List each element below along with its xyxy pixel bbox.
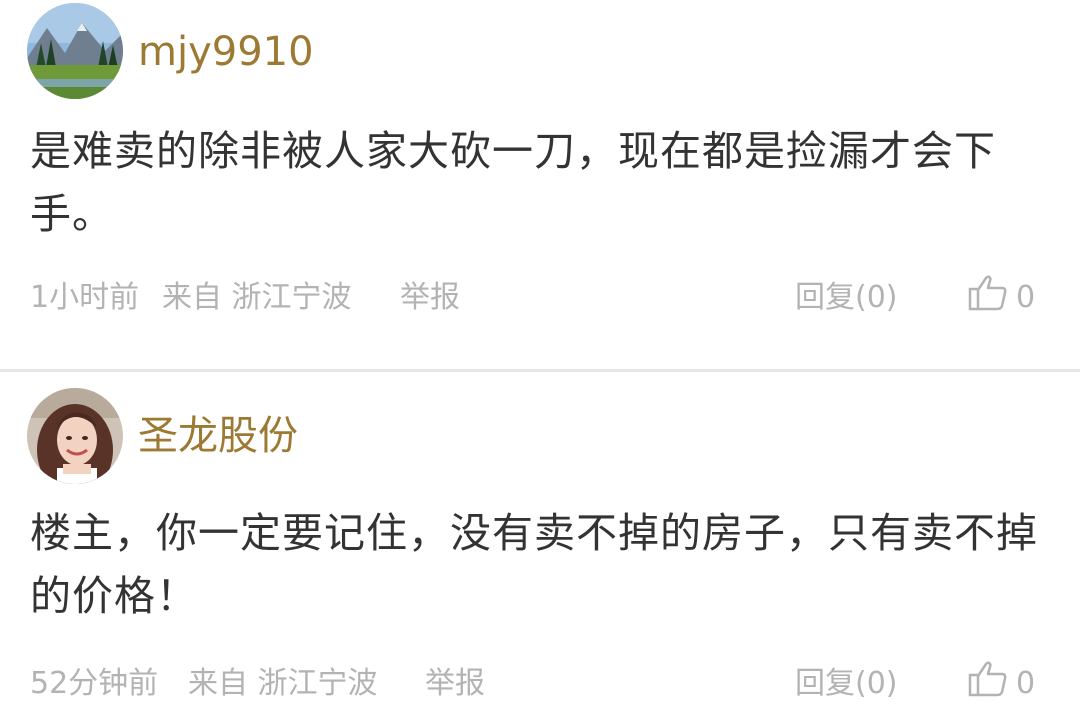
like-button[interactable]: 0 [968,660,1036,704]
like-count: 0 [1016,280,1036,315]
comment-item: mjy9910 是难卖的除非被人家大砍一刀，现在都是捡漏才会下手。 1小时前 来… [0,0,1080,369]
comment-item: 圣龙股份 楼主，你一定要记住，没有卖不掉的房子，只有卖不掉的价格！ 52分钟前 … [0,372,1080,721]
comment-time: 52分钟前 [30,666,159,701]
user-avatar[interactable] [27,388,123,484]
report-link[interactable]: 举报 [400,278,460,318]
thumbs-up-icon [968,274,1008,323]
like-count: 0 [1016,666,1036,701]
report-link[interactable]: 举报 [425,664,485,704]
comment-location: 来自 浙江宁波 [162,280,352,315]
thumbs-up-icon [968,660,1008,709]
reply-link[interactable]: 回复(0) [795,664,898,704]
like-button[interactable]: 0 [968,274,1036,318]
comment-meta: 52分钟前 来自 浙江宁波 举报 回复(0) 0 [30,660,1080,704]
portrait-avatar-image [27,388,123,484]
landscape-avatar-image [27,3,123,99]
username[interactable]: 圣龙股份 [138,412,298,460]
user-avatar[interactable] [27,3,123,99]
comment-text: 楼主，你一定要记住，没有卖不掉的房子，只有卖不掉的价格！ [30,509,1038,620]
comment-time: 1小时前 [30,280,140,315]
reply-link[interactable]: 回复(0) [795,278,898,318]
comment-meta: 1小时前 来自 浙江宁波 举报 回复(0) 0 [30,274,1080,318]
username[interactable]: mjy9910 [138,28,314,76]
comment-text: 是难卖的除非被人家大砍一刀，现在都是捡漏才会下手。 [30,127,996,238]
comment-location: 来自 浙江宁波 [188,666,378,701]
